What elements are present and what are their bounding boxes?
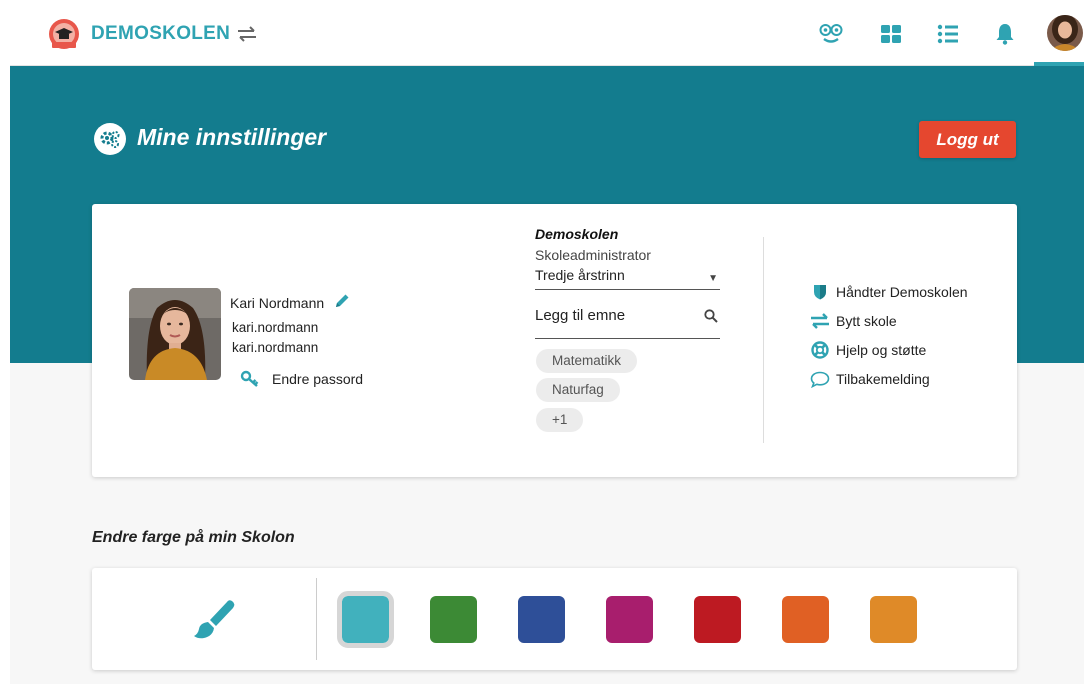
profile-card: Kari Nordmann kari.nordmann kari.nordman… xyxy=(92,204,1017,477)
color-swatch[interactable] xyxy=(606,596,653,643)
color-divider xyxy=(316,578,317,660)
school-name: Demoskolen xyxy=(535,226,619,242)
left-margin xyxy=(0,0,10,684)
switch-school-icon[interactable] xyxy=(236,24,258,44)
profile-photo[interactable] xyxy=(129,288,221,380)
username: kari.nordmann xyxy=(232,320,319,335)
settings-gears-icon xyxy=(94,123,126,155)
more-subjects-chip[interactable]: +1 xyxy=(536,408,584,432)
color-swatch[interactable] xyxy=(694,596,741,643)
subject-search[interactable] xyxy=(535,301,720,339)
user-avatar[interactable] xyxy=(1047,15,1083,51)
user-full-name: Kari Nordmann xyxy=(230,295,325,311)
manage-school-label: Håndter Demoskolen xyxy=(836,284,968,300)
page-title: Mine innstillinger xyxy=(137,124,327,150)
apps-grid-icon[interactable] xyxy=(879,22,903,46)
shield-icon xyxy=(814,285,826,300)
lifebuoy-icon xyxy=(811,341,829,359)
color-swatch[interactable] xyxy=(870,596,917,643)
card-divider xyxy=(763,237,764,443)
top-bar: DEMOSKOLEN xyxy=(0,0,1084,66)
bell-icon[interactable] xyxy=(993,22,1017,46)
subject-chip[interactable]: Naturfag xyxy=(536,378,620,402)
color-picker-card xyxy=(92,568,1017,670)
subject-chip[interactable]: Matematikk xyxy=(536,349,638,373)
active-indicator xyxy=(1034,62,1084,66)
feedback-link[interactable]: Tilbakemelding xyxy=(810,368,930,390)
change-password-link[interactable]: Endre passord xyxy=(240,369,363,389)
color-section-title: Endre farge på min Skolon xyxy=(92,529,295,546)
caret-down-icon: ▼ xyxy=(708,273,718,284)
switch-school-label: Bytt skole xyxy=(836,313,897,329)
teacher-icon[interactable] xyxy=(819,22,843,46)
pencil-icon[interactable] xyxy=(333,292,351,310)
manage-school-link[interactable]: Håndter Demoskolen xyxy=(810,281,968,303)
color-swatch[interactable] xyxy=(518,596,565,643)
school-brand-name[interactable]: DEMOSKOLEN xyxy=(91,23,230,45)
help-support-link[interactable]: Hjelp og støtte xyxy=(810,339,926,361)
help-support-label: Hjelp og støtte xyxy=(836,342,927,358)
list-icon[interactable] xyxy=(936,22,960,46)
grade-select-value: Tredje årstrinn xyxy=(535,267,625,283)
swap-icon xyxy=(811,313,829,329)
color-swatch[interactable] xyxy=(782,596,829,643)
user-email: kari.nordmann xyxy=(232,340,319,355)
search-icon[interactable] xyxy=(704,309,718,323)
grade-select[interactable]: Tredje årstrinn ▼ xyxy=(535,266,720,290)
change-password-label: Endre passord xyxy=(272,371,364,387)
school-logo-icon[interactable] xyxy=(47,18,81,52)
switch-school-link[interactable]: Bytt skole xyxy=(810,310,897,332)
key-icon xyxy=(240,370,259,387)
feedback-label: Tilbakemelding xyxy=(836,371,930,387)
logout-button[interactable]: Logg ut xyxy=(919,121,1016,158)
subject-search-input[interactable] xyxy=(535,301,695,329)
paintbrush-icon xyxy=(194,600,235,639)
speech-bubble-icon xyxy=(810,371,830,388)
color-swatch[interactable] xyxy=(337,591,394,648)
school-role: Skoleadministrator xyxy=(535,247,651,263)
color-swatch[interactable] xyxy=(430,596,477,643)
